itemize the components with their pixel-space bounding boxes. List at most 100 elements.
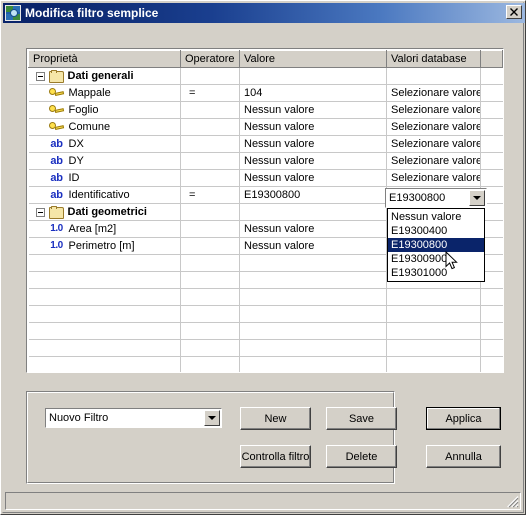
table-row[interactable]: ab DX Nessun valore Selezionare valore (28, 135, 503, 153)
cell-proprieta[interactable]: Mappale (28, 84, 181, 102)
column-header-spacer[interactable] (480, 50, 503, 68)
chevron-down-icon[interactable] (204, 410, 220, 426)
cell-operatore[interactable] (180, 203, 240, 221)
column-header-operatore[interactable]: Operatore (180, 50, 240, 68)
cell-operatore[interactable]: = (180, 186, 240, 204)
cell-operatore[interactable] (180, 254, 240, 272)
cell-valore[interactable]: Nessun valore (239, 220, 387, 238)
cell-proprieta[interactable] (28, 271, 181, 289)
cell-operatore[interactable] (180, 339, 240, 357)
dropdown-option[interactable]: E19301000 (388, 266, 484, 280)
cell-proprieta[interactable]: Comune (28, 118, 181, 136)
cell-proprieta[interactable]: ab DY (28, 152, 181, 170)
cell-valori-database[interactable] (386, 322, 481, 340)
table-row[interactable]: ab DY Nessun valore Selezionare valore (28, 152, 503, 170)
cell-valore[interactable] (239, 288, 387, 306)
db-value-combo[interactable]: E19300800 (385, 188, 487, 208)
dropdown-option[interactable]: Nessun valore (388, 210, 484, 224)
cell-valore[interactable] (239, 339, 387, 357)
table-row-empty[interactable] (28, 288, 503, 306)
cell-valori-database[interactable]: Selezionare valore (386, 152, 481, 170)
cell-valore[interactable]: Nessun valore (239, 152, 387, 170)
dropdown-option[interactable]: E19300900 (388, 252, 484, 266)
cell-operatore[interactable] (180, 356, 240, 372)
table-row-empty[interactable] (28, 305, 503, 323)
cell-operatore[interactable] (180, 288, 240, 306)
table-row-empty[interactable] (28, 356, 503, 372)
cell-valori-database[interactable] (386, 305, 481, 323)
cell-valore[interactable]: E19300800 (239, 186, 387, 204)
cell-operatore[interactable] (180, 237, 240, 255)
cell-valore[interactable]: 104 (239, 84, 387, 102)
table-row[interactable]: Mappale = 104 Selezionare valore (28, 84, 503, 102)
cell-operatore[interactable] (180, 152, 240, 170)
cell-valore[interactable] (239, 203, 387, 221)
table-row[interactable]: Foglio Nessun valore Selezionare valore (28, 101, 503, 119)
chevron-down-icon[interactable] (469, 190, 485, 206)
cell-proprieta[interactable]: 1.0 Perimetro [m] (28, 237, 181, 255)
dropdown-option[interactable]: E19300400 (388, 224, 484, 238)
cell-operatore[interactable] (180, 220, 240, 238)
delete-button[interactable]: Delete (326, 445, 397, 468)
cell-operatore[interactable] (180, 135, 240, 153)
cancel-button[interactable]: Annulla (426, 445, 501, 468)
cell-valori-database[interactable]: Selezionare valore (386, 169, 481, 187)
cell-valori-database[interactable] (386, 356, 481, 372)
filter-select[interactable]: Nuovo Filtro (45, 408, 222, 428)
cell-operatore[interactable]: = (180, 84, 240, 102)
cell-proprieta[interactable]: ab ID (28, 169, 181, 187)
cell-proprieta[interactable]: Dati generali (28, 67, 181, 85)
cell-proprieta[interactable] (28, 339, 181, 357)
new-button[interactable]: New (240, 407, 311, 430)
cell-valore[interactable]: Nessun valore (239, 169, 387, 187)
cell-proprieta[interactable]: Dati geometrici (28, 203, 181, 221)
save-button[interactable]: Save (326, 407, 397, 430)
cell-valore[interactable]: Nessun valore (239, 118, 387, 136)
cell-valori-database[interactable] (386, 288, 481, 306)
cell-operatore[interactable] (180, 101, 240, 119)
column-header-valore[interactable]: Valore (239, 50, 387, 68)
table-row-empty[interactable] (28, 339, 503, 357)
collapse-expander-icon[interactable] (35, 207, 45, 217)
column-header-proprieta[interactable]: Proprietà (28, 50, 181, 68)
cell-valori-database[interactable]: Selezionare valore (386, 101, 481, 119)
table-row[interactable]: Comune Nessun valore Selezionare valore (28, 118, 503, 136)
resize-grip-icon[interactable] (505, 494, 519, 508)
cell-proprieta[interactable]: ab Identificativo (28, 186, 181, 204)
cell-proprieta[interactable] (28, 288, 181, 306)
apply-button[interactable]: Applica (426, 407, 501, 430)
close-icon[interactable] (506, 5, 522, 19)
cell-operatore[interactable] (180, 169, 240, 187)
cell-valore[interactable]: Nessun valore (239, 237, 387, 255)
column-header-valori-database[interactable]: Valori database (386, 50, 481, 68)
check-filter-button[interactable]: Controlla filtro (240, 445, 311, 468)
cell-valore[interactable] (239, 305, 387, 323)
cell-valori-database[interactable]: Selezionare valore (386, 135, 481, 153)
collapse-expander-icon[interactable] (35, 71, 45, 81)
cell-proprieta[interactable] (28, 305, 181, 323)
cell-valori-database[interactable]: Selezionare valore (386, 118, 481, 136)
cell-operatore[interactable] (180, 305, 240, 323)
cell-proprieta[interactable]: 1.0 Area [m2] (28, 220, 181, 238)
cell-proprieta[interactable] (28, 322, 181, 340)
cell-proprieta[interactable] (28, 254, 181, 272)
table-row-empty[interactable] (28, 322, 503, 340)
db-value-dropdown-list[interactable]: Nessun valore E19300400 E19300800 E19300900… (387, 208, 485, 282)
cell-proprieta[interactable] (28, 356, 181, 372)
cell-operatore[interactable] (180, 271, 240, 289)
cell-valore[interactable]: Nessun valore (239, 101, 387, 119)
dropdown-option[interactable]: E19300800 (388, 238, 484, 252)
cell-valore[interactable] (239, 67, 387, 85)
cell-valore[interactable] (239, 356, 387, 372)
cell-valore[interactable] (239, 271, 387, 289)
cell-valore[interactable]: Nessun valore (239, 135, 387, 153)
cell-operatore[interactable] (180, 118, 240, 136)
cell-operatore[interactable] (180, 322, 240, 340)
cell-valori-database[interactable] (386, 339, 481, 357)
table-row[interactable]: ab ID Nessun valore Selezionare valore (28, 169, 503, 187)
cell-valore[interactable] (239, 254, 387, 272)
cell-proprieta[interactable]: Foglio (28, 101, 181, 119)
cell-valori-database[interactable] (386, 67, 481, 85)
cell-valore[interactable] (239, 322, 387, 340)
cell-operatore[interactable] (180, 67, 240, 85)
